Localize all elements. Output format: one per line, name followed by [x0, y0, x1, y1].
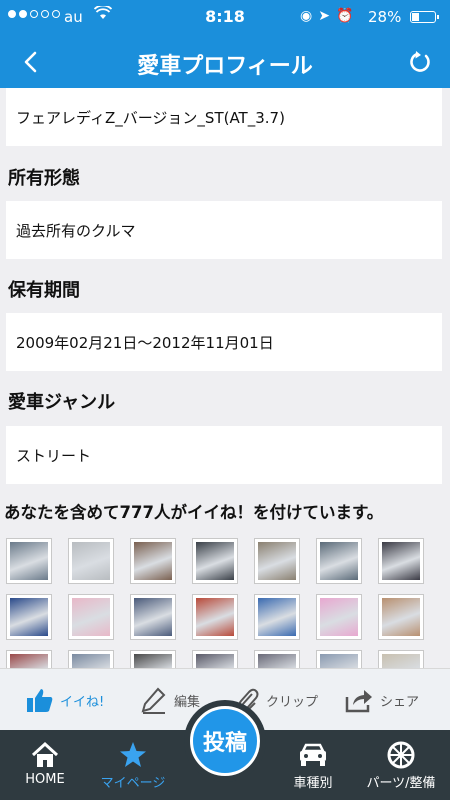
- user-thumbnail[interactable]: [254, 594, 300, 640]
- battery-icon: [410, 11, 439, 23]
- user-avatar-image: [134, 654, 172, 668]
- user-avatar-image: [72, 598, 110, 636]
- share-button[interactable]: シェア: [344, 683, 419, 717]
- user-thumbnail[interactable]: [68, 650, 114, 668]
- period-label: 保有期間: [8, 280, 80, 301]
- clip-label: クリップ: [266, 694, 319, 710]
- edit-label: 編集: [174, 694, 201, 710]
- user-thumbnail[interactable]: [6, 538, 52, 584]
- user-avatar-image: [196, 654, 234, 668]
- tab-home[interactable]: HOME: [0, 738, 90, 787]
- user-thumbnail[interactable]: [192, 594, 238, 640]
- ownership-value: 過去所有のクルマ: [16, 221, 136, 240]
- user-avatar-image: [196, 542, 234, 580]
- thumbs-up-icon: [27, 689, 53, 712]
- period-card: 2009年02月21日〜2012年11月01日: [6, 313, 442, 371]
- tab-bar: HOME マイページ 投稿 車種別 パーツ/整備: [0, 700, 450, 800]
- wheel-icon: [387, 741, 415, 769]
- ownership-card: 過去所有のクルマ: [6, 201, 442, 259]
- ownership-label: 所有形態: [8, 168, 80, 189]
- user-avatar-image: [320, 542, 358, 580]
- user-thumbnail[interactable]: [378, 594, 424, 640]
- share-label: シェア: [380, 694, 420, 710]
- orientation-lock-icon: ◉: [300, 8, 319, 24]
- grade-value: フェアレディZ_バージョン_ST(AT_3.7): [16, 108, 285, 127]
- tab-cars-label: 車種別: [293, 776, 333, 791]
- share-icon: [345, 690, 372, 713]
- user-thumbnail[interactable]: [192, 538, 238, 584]
- user-avatar-image: [320, 654, 358, 668]
- user-thumbnail[interactable]: [316, 538, 362, 584]
- refresh-icon: [410, 51, 430, 72]
- user-thumbnail[interactable]: [130, 538, 176, 584]
- home-icon: [31, 741, 59, 767]
- user-thumbnail[interactable]: [254, 650, 300, 668]
- genre-value: ストリート: [16, 446, 92, 465]
- user-thumbnail[interactable]: [130, 650, 176, 668]
- user-avatar-image: [10, 542, 48, 580]
- user-avatar-image: [258, 542, 296, 580]
- user-avatar-image: [134, 598, 172, 636]
- genre-card: ストリート: [6, 426, 442, 484]
- post-label: 投稿: [202, 731, 247, 756]
- tab-mypage[interactable]: マイページ: [88, 738, 178, 791]
- alarm-icon: ⏰: [335, 8, 360, 24]
- user-avatar-image: [10, 654, 48, 668]
- user-thumbnail[interactable]: [192, 650, 238, 668]
- user-thumbnail[interactable]: [68, 538, 114, 584]
- user-thumbnail[interactable]: [378, 538, 424, 584]
- star-icon: [120, 742, 146, 767]
- tab-parts-label: パーツ/整備: [366, 776, 436, 791]
- edit-button[interactable]: 編集: [140, 683, 200, 717]
- user-thumbnail[interactable]: [316, 594, 362, 640]
- likes-count-text: あなたを含めて777人がイイね！を付けています。: [4, 503, 384, 522]
- user-thumbnail[interactable]: [6, 594, 52, 640]
- tab-parts[interactable]: パーツ/整備: [356, 738, 446, 791]
- period-value: 2009年02月21日〜2012年11月01日: [16, 333, 274, 352]
- tab-cars[interactable]: 車種別: [268, 738, 358, 791]
- battery-percent: 28%: [368, 8, 402, 26]
- grade-card: フェアレディZ_バージョン_ST(AT_3.7): [6, 88, 442, 146]
- user-thumbnail[interactable]: [68, 594, 114, 640]
- page-title: 愛車プロフィール: [137, 54, 313, 79]
- car-icon: [300, 743, 326, 766]
- user-avatar-image: [258, 654, 296, 668]
- tab-mypage-label: マイページ: [100, 776, 166, 791]
- status-icons: ◉➤⏰: [300, 8, 359, 24]
- like-label: イイね!: [60, 694, 105, 710]
- user-avatar-image: [258, 598, 296, 636]
- user-avatar-image: [196, 598, 234, 636]
- genre-label: 愛車ジャンル: [8, 392, 116, 413]
- user-thumbnail[interactable]: [378, 650, 424, 668]
- tab-home-label: HOME: [25, 772, 65, 787]
- user-avatar-image: [72, 654, 110, 668]
- location-icon: ➤: [318, 8, 336, 24]
- post-button[interactable]: 投稿: [184, 700, 266, 782]
- user-thumbnail[interactable]: [254, 538, 300, 584]
- user-avatar-image: [134, 542, 172, 580]
- user-thumbnail[interactable]: [316, 650, 362, 668]
- user-avatar-image: [382, 598, 420, 636]
- user-avatar-image: [72, 542, 110, 580]
- pencil-icon: [141, 687, 166, 714]
- user-thumbnail[interactable]: [6, 650, 52, 668]
- user-thumbnail[interactable]: [130, 594, 176, 640]
- user-avatar-image: [382, 542, 420, 580]
- user-avatar-image: [320, 598, 358, 636]
- user-avatar-image: [382, 654, 420, 668]
- profile-content[interactable]: フェアレディZ_バージョン_ST(AT_3.7) 所有形態 過去所有のクルマ 保…: [0, 88, 450, 668]
- like-button[interactable]: イイね!: [26, 683, 104, 717]
- nav-bar: 愛車プロフィール: [0, 34, 450, 88]
- refresh-button[interactable]: [402, 44, 438, 80]
- user-avatar-image: [10, 598, 48, 636]
- status-bar: au 8:18 ◉➤⏰ 28%: [0, 0, 450, 34]
